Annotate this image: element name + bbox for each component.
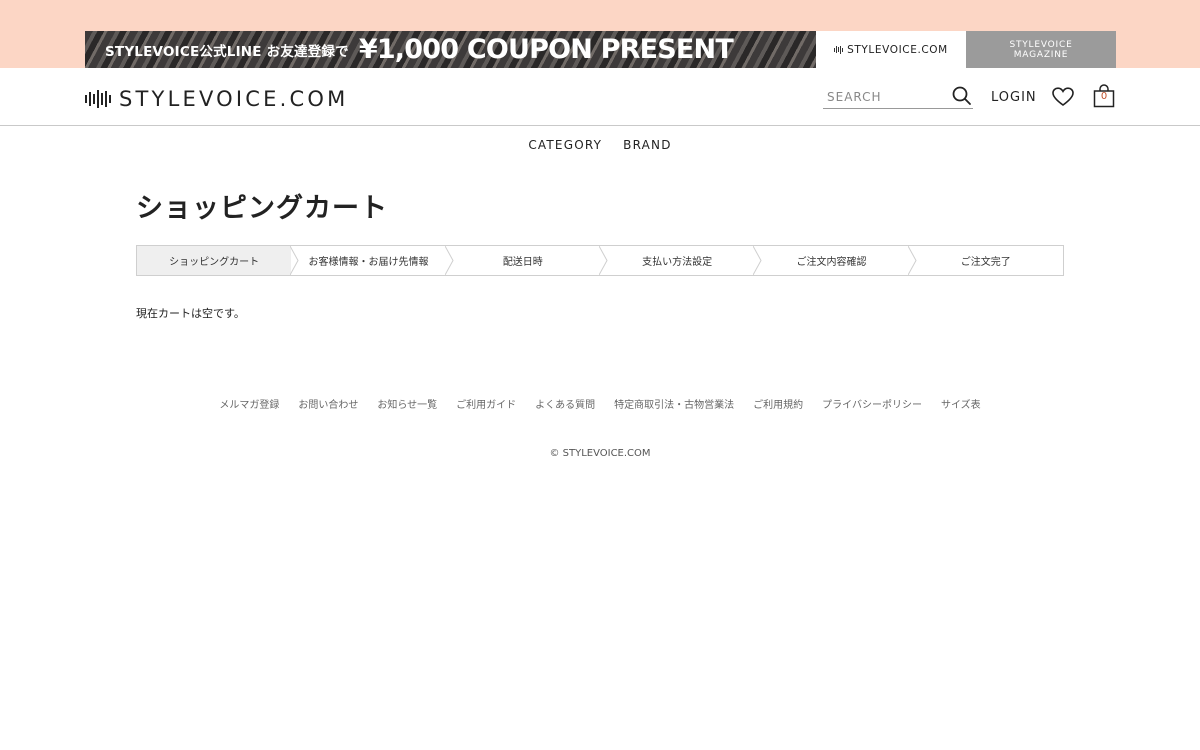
logo-text: STYLEVOICE.COM [119,87,349,111]
heart-icon[interactable] [1052,87,1074,107]
step-label: 支払い方法設定 [642,257,713,268]
footer-link-guide[interactable]: ご利用ガイド [456,396,516,411]
step-shopping-cart: ショッピングカート [137,246,299,275]
checkout-steps: ショッピングカート お客様情報・お届け先情報 配送日時 支払い方法設定 ご注文内… [136,245,1064,276]
promo-small-text: STYLEVOICE公式LINE お友達登録で [105,43,349,60]
nav-category[interactable]: CATEGORY [528,138,602,156]
cart-bag-icon[interactable]: 0 [1093,84,1115,108]
footer-link-faq[interactable]: よくある質問 [535,396,595,411]
step-label: 配送日時 [502,257,543,268]
page-title: ショッピングカート [136,193,388,224]
copyright: © STYLEVOICE.COM [549,448,651,459]
magazine-site-link[interactable]: STYLEVOICE MAGAZINE [966,31,1116,68]
step-order-complete: ご注文完了 [909,246,1063,275]
footer-link-newsletter[interactable]: メルマガ登録 [219,396,279,411]
magazine-label-line1: STYLEVOICE [1009,39,1073,50]
step-payment-method: 支払い方法設定 [600,246,762,275]
search-icon[interactable] [951,85,973,107]
footer-link-contact[interactable]: お問い合わせ [298,396,358,411]
footer-links: メルマガ登録 お問い合わせ お知らせ一覧 ご利用ガイド よくある質問 特定商取引… [0,396,1200,411]
step-chevron-icon [753,246,762,275]
step-chevron-icon [444,246,454,275]
search-box [823,85,973,109]
step-label: ショッピングカート [169,257,260,268]
line-coupon-banner[interactable]: STYLEVOICE公式LINE お友達登録で ¥1,000 COUPON PR… [85,31,816,68]
footer-link-privacy[interactable]: プライバシーポリシー [822,396,922,411]
search-input[interactable] [823,85,943,107]
main-nav: CATEGORY BRAND [0,138,1200,156]
step-label: お客様情報・お届け先情報 [308,257,429,268]
top-banner-band: STYLEVOICE公式LINE お友達登録で ¥1,000 COUPON PR… [0,0,1200,68]
sound-wave-icon [834,45,844,54]
step-label: ご注文完了 [960,257,1011,268]
stylevoice-site-label: STYLEVOICE.COM [847,43,948,56]
step-chevron-icon [907,246,917,275]
footer-link-terms[interactable]: ご利用規約 [753,396,803,411]
promo-big-text: ¥1,000 COUPON PRESENT [358,34,734,65]
step-label: ご注文内容確認 [796,257,867,268]
footer-link-legal[interactable]: 特定商取引法・古物営業法 [614,396,734,411]
site-logo[interactable]: STYLEVOICE.COM [85,87,348,111]
login-link[interactable]: LOGIN [991,90,1037,105]
nav-brand[interactable]: BRAND [623,138,672,156]
site-header: STYLEVOICE.COM LOGIN 0 [0,68,1200,126]
stylevoice-site-link[interactable]: STYLEVOICE.COM [816,31,966,68]
step-chevron-icon [290,246,299,275]
step-order-confirm: ご注文内容確認 [754,246,917,275]
footer-link-news[interactable]: お知らせ一覧 [377,396,437,411]
step-chevron-icon [598,246,608,275]
magazine-label-line2: MAGAZINE [1013,49,1069,60]
sound-wave-logo-icon [85,89,111,109]
cart-count: 0 [1100,91,1108,102]
step-customer-info: お客様情報・お届け先情報 [291,246,454,275]
step-delivery-date: 配送日時 [446,246,608,275]
footer-link-size-chart[interactable]: サイズ表 [941,396,981,411]
empty-cart-message: 現在カートは空です。 [136,307,245,320]
